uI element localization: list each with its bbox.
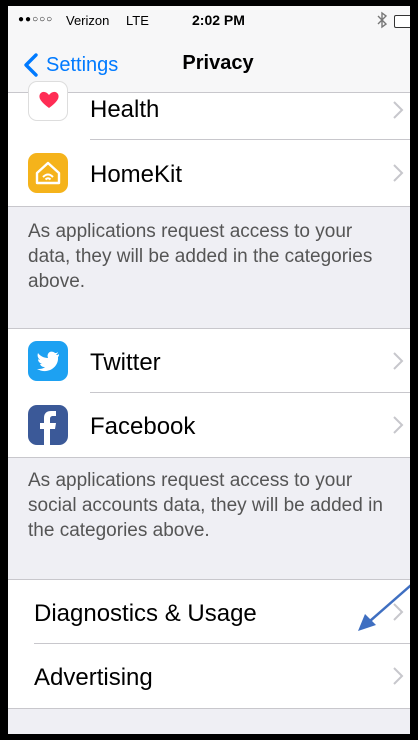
cell-label: HomeKit bbox=[90, 161, 183, 188]
battery-icon bbox=[394, 15, 410, 28]
chevron-right-icon bbox=[393, 101, 404, 119]
privacy-item-diagnostics-usage[interactable]: Diagnostics & Usage bbox=[8, 580, 410, 644]
chevron-right-icon bbox=[393, 603, 404, 621]
chevron-right-icon bbox=[393, 164, 404, 182]
chevron-right-icon bbox=[393, 352, 404, 370]
privacy-item-twitter[interactable]: Twitter bbox=[8, 329, 410, 393]
cell-label: Advertising bbox=[34, 664, 153, 691]
status-bar: ●●○○○ Verizon LTE 2:02 PM bbox=[8, 6, 410, 36]
cell-label: Health bbox=[90, 96, 160, 123]
cell-label: Diagnostics & Usage bbox=[34, 600, 257, 627]
cell-label: Twitter bbox=[90, 349, 161, 376]
privacy-item-advertising[interactable]: Advertising bbox=[8, 644, 410, 708]
homekit-house-icon bbox=[28, 153, 68, 193]
page-title: Privacy bbox=[182, 52, 254, 74]
carrier-name: Verizon bbox=[66, 13, 110, 28]
group-divider bbox=[8, 206, 410, 207]
phone-screen: ●●○○○ Verizon LTE 2:02 PM Settings Priva… bbox=[8, 6, 410, 734]
health-heart-icon bbox=[28, 81, 68, 121]
navigation-bar: Settings Privacy bbox=[8, 36, 410, 93]
group-footer-text: As applications request access to your d… bbox=[28, 221, 373, 292]
network-type: LTE bbox=[126, 13, 149, 28]
bluetooth-icon bbox=[376, 11, 388, 32]
signal-strength: ●●○○○ bbox=[18, 14, 54, 25]
privacy-item-facebook[interactable]: Facebook bbox=[8, 393, 410, 457]
group-footer-text: As applications request access to your s… bbox=[28, 470, 383, 541]
status-time: 2:02 PM bbox=[192, 12, 245, 28]
chevron-right-icon bbox=[393, 416, 404, 434]
group-divider bbox=[8, 708, 410, 709]
group-divider bbox=[8, 457, 410, 458]
privacy-item-homekit[interactable]: HomeKit bbox=[8, 140, 410, 206]
cell-label: Facebook bbox=[90, 413, 196, 440]
facebook-f-icon bbox=[28, 405, 68, 445]
chevron-right-icon bbox=[393, 667, 404, 685]
twitter-bird-icon bbox=[28, 341, 68, 381]
privacy-item-health[interactable]: Health bbox=[8, 81, 410, 140]
